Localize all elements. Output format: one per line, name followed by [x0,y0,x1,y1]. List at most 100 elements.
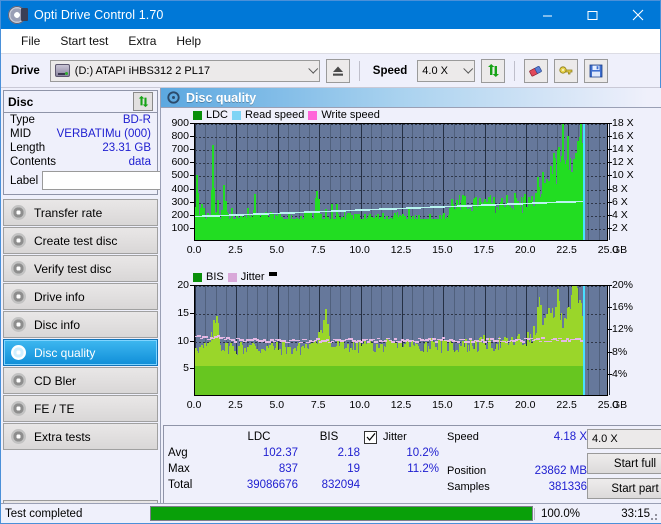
chart-line-point [555,339,560,342]
toolbar-divider-1 [358,60,360,81]
menu-item-help[interactable]: Help [166,31,211,51]
y-axis-tick-label: 700 [171,143,189,156]
bis-avg-value: 2.18 [337,447,360,459]
jitter-checkbox[interactable] [364,430,377,444]
menu-item-extra[interactable]: Extra [118,31,166,51]
stats-col-ldc: LDC [247,431,271,443]
start-part-button[interactable]: Start part [587,478,661,499]
samples-value: 381336 [548,481,587,493]
refresh-button[interactable] [481,58,506,83]
speed-readout-label: Speed [447,431,479,443]
sidebar-item-transfer-rate[interactable]: Transfer rate [3,199,158,226]
x-axis-tick-label: 0.0 [186,244,202,256]
drive-select-value: (D:) ATAPI iHBS312 2 PL17 [74,64,211,77]
sidebar-item-extra-tests[interactable]: Extra tests [3,423,158,450]
test-speed-value: 4.0 X [592,433,618,445]
sidebar-item-drive-info[interactable]: Drive info [3,283,158,310]
y-axis-tick [190,188,194,190]
sidebar-item-fe-te[interactable]: FE / TE [3,395,158,422]
y-axis-tick-label: 15 [177,306,189,319]
close-button[interactable] [615,1,660,29]
statistics-panel: LDC BIS Avg 102.37 2.18 Max 837 19 Total… [163,425,661,504]
chart-line-point [434,340,439,343]
ldc-chart-legend: LDC Read speed Write speed [193,109,380,121]
sidebar-item-label: Transfer rate [34,205,103,220]
y-axis-tick-label: 300 [171,195,189,208]
samples-label: Samples [447,481,490,493]
drive-icon [54,64,70,77]
y-axis-tick [190,162,194,164]
disc-icon [11,373,26,388]
bis-plot-area[interactable] [194,285,610,396]
legend-label-ldc: LDC [206,109,229,121]
speed-select[interactable]: 4.0 X [417,59,476,82]
content-title: Disc quality [186,90,257,105]
menu-item-start-test[interactable]: Start test [50,31,118,51]
chart-line-point [456,341,460,343]
sidebar-item-verify-test-disc[interactable]: Verify test disc [3,255,158,282]
position-label: Position [447,465,487,477]
start-full-button[interactable]: Start full [587,453,661,474]
drive-select[interactable]: (D:) ATAPI iHBS312 2 PL17 [49,59,320,82]
chart-line-point [432,337,436,340]
maximize-button[interactable] [570,1,615,29]
refresh-icon [487,64,499,77]
chart-line-point [468,338,473,340]
sidebar-item-label: Verify test disc [34,261,112,276]
test-speed-select[interactable]: 4.0 X [587,429,661,449]
chart-line-point [306,341,310,344]
progress-bar-fill [151,507,532,520]
sidebar-item-disc-quality[interactable]: Disc quality [3,339,158,366]
sidebar-item-disc-info[interactable]: Disc info [3,311,158,338]
eraser-button[interactable] [524,58,549,83]
x-axis-tick-label: 15.0 [432,399,453,411]
menu-bar: File Start test Extra Help [1,29,660,54]
x-axis-tick-label: 5.0 [269,244,285,256]
y2-axis-tick [608,329,612,331]
stats-label-total: Total [168,479,193,491]
y2-axis-tick-label: 8 X [612,182,628,195]
eject-button[interactable] [325,58,350,83]
y2-axis-tick [608,136,612,138]
chart-line-point [330,340,335,343]
chart-line-point [199,337,204,340]
x-axis-tick-label: 12.5 [390,399,412,411]
status-bar: Test completed 100.0% 33:15 [1,503,660,523]
chart-line-point [224,338,228,341]
sidebar-item-create-test-disc[interactable]: Create test disc [3,227,158,254]
y2-axis-tick-label: 14 X [612,143,634,156]
menu-item-file[interactable]: File [11,31,50,51]
sidebar-nav: Transfer rate Create test disc Verify te… [1,199,160,450]
progress-percent: 100.0% [534,507,596,520]
chart-line-point [299,341,303,344]
y-axis-tick [190,285,194,286]
bis-total-value: 832094 [321,479,360,491]
jitter-max-row: 11.2% [364,461,439,477]
progress-bar-track [150,506,533,521]
drive-label: Drive [11,64,40,77]
gridline-horizontal [195,137,607,139]
y-axis-tick-label: 900 [171,117,189,129]
chart-line-point [488,340,492,343]
save-button[interactable] [584,58,609,83]
speed-row: Speed 4.18 X [447,429,587,445]
jitter-label: Jitter [383,431,407,443]
y-axis-tick-label: 200 [171,208,189,221]
y-axis-tick [190,368,194,370]
minimize-button[interactable] [525,1,570,29]
x-axis-tick-label: 20.0 [514,399,536,411]
sidebar-item-cd-bler[interactable]: CD Bler [3,367,158,394]
chart-line-point [391,341,395,343]
jitter-avg-row: 10.2% [364,445,439,461]
y2-axis-tick [608,227,612,229]
key-button[interactable] [554,58,579,83]
disc-refresh-button[interactable] [133,92,153,111]
chart-line-point [548,340,553,343]
chart-line-point [439,338,444,341]
legend-swatch-read-speed [232,110,242,120]
x-axis-tick-label: 10.0 [349,399,370,411]
ldc-plot-area[interactable] [194,123,610,241]
resize-grip[interactable] [648,511,658,521]
gridline-horizontal [195,163,607,165]
chart-line-point [415,341,419,343]
